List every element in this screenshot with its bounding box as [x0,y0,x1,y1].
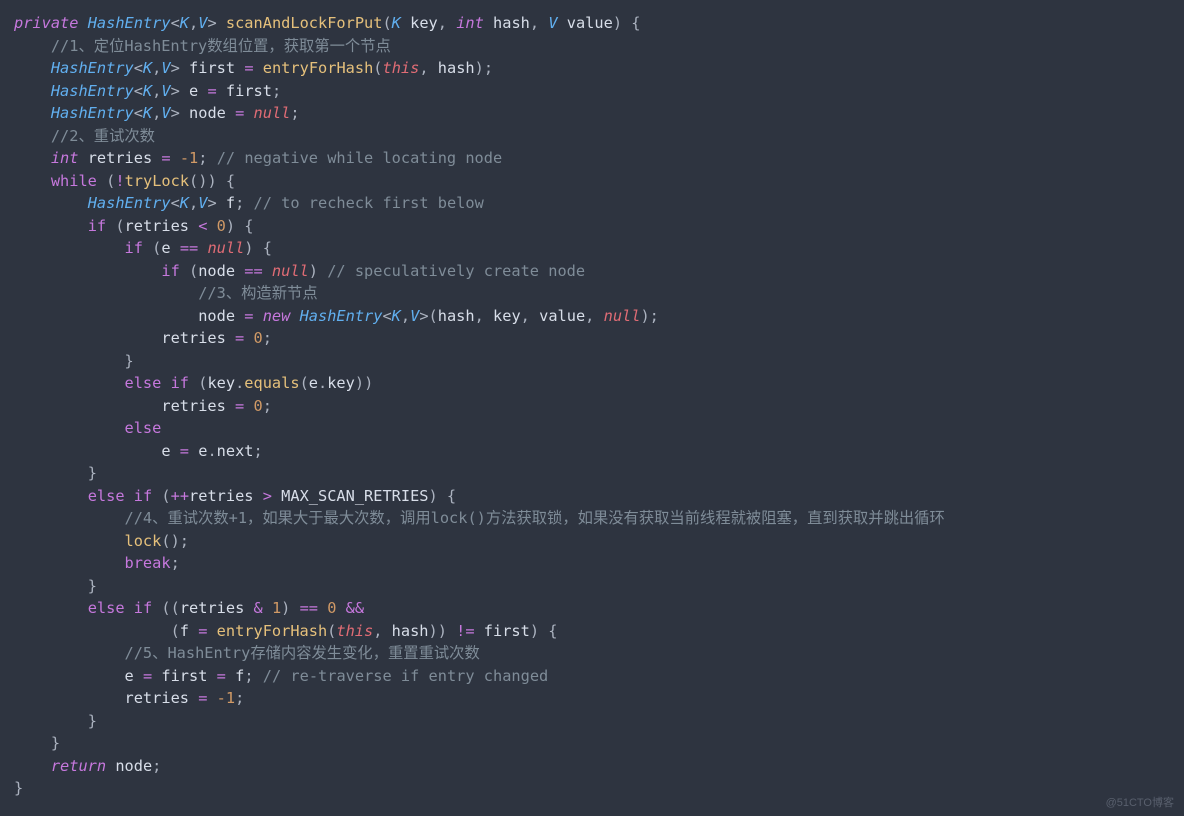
type: HashEntry [88,14,171,32]
method-name: scanAndLockForPut [226,14,383,32]
gen-k: K [180,14,189,32]
code-block: private HashEntry<K,V> scanAndLockForPut… [0,0,1184,812]
watermark: @51CTO博客 [1106,794,1174,810]
comment: //2、重试次数 [51,127,155,145]
kw-private: private [14,14,78,32]
comment: //1、定位HashEntry数组位置，获取第一个节点 [51,37,391,55]
